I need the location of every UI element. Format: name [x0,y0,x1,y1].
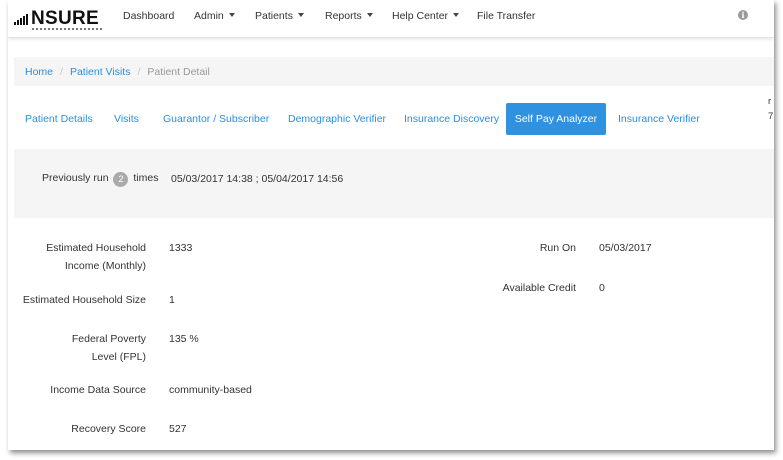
nav-reports[interactable]: Reports [325,10,373,22]
chevron-down-icon [453,13,460,17]
tab-insurance-verifier[interactable]: Insurance Verifier [618,113,700,125]
breadcrumb-separator: / [137,66,141,78]
breadcrumb: Home / Patient Visits / Patient Detail [14,57,774,86]
top-navbar: NSURE Dashboard Admin Patients Reports H… [8,0,774,38]
field-income-data-source: Income Data Source community-based [8,381,308,399]
run-count-label: Previously run 2 times [42,172,158,187]
field-label: Federal Poverty Level (FPL) [71,333,146,363]
edge-fragment: r [768,96,772,107]
breadcrumb-patient-visits[interactable]: Patient Visits [70,66,131,78]
chevron-down-icon [297,13,304,17]
logo-tagline [32,28,102,30]
field-run-on: Run On 05/03/2017 [438,239,738,257]
breadcrumb-current: Patient Detail [147,66,210,78]
tab-self-pay-analyzer[interactable]: Self Pay Analyzer [506,103,606,135]
field-recovery-score: Recovery Score 527 [8,420,308,438]
nav-admin[interactable]: Admin [194,10,235,22]
nav-dashboard[interactable]: Dashboard [123,10,174,22]
breadcrumb-separator: / [60,66,63,78]
field-value: 135 % [169,333,199,345]
field-value: community-based [169,384,252,396]
edge-fragment: 7 [768,111,774,122]
field-label: Recovery Score [71,423,146,435]
nav-patients[interactable]: Patients [255,10,304,22]
chevron-down-icon [228,13,235,17]
nav-help-center[interactable]: Help Center [392,10,460,22]
run-history-panel: Previously run 2 times 05/03/2017 14:38 … [14,149,774,218]
tab-demographic-verifier[interactable]: Demographic Verifier [288,113,386,125]
field-label: Run On [539,242,576,254]
field-label: Available Credit [502,282,576,294]
tab-insurance-discovery[interactable]: Insurance Discovery [404,113,499,125]
info-icon[interactable]: i [738,10,748,20]
tab-visits[interactable]: Visits [114,113,139,125]
field-value: 1333 [169,242,193,254]
field-household-size: Estimated Household Size 1 [8,291,308,309]
nav-file-transfer[interactable]: File Transfer [477,10,535,22]
field-value: 527 [169,423,187,435]
field-label: Estimated Household Size [22,294,146,306]
field-federal-poverty-level: Federal Poverty Level (FPL) 135 % [8,330,308,366]
run-dates: 05/03/2017 14:38 ; 05/04/2017 14:56 [171,173,344,185]
breadcrumb-home[interactable]: Home [25,66,53,78]
logo-text: NSURE [31,8,100,29]
run-count-badge: 2 [113,172,129,187]
field-household-income: Estimated Household Income (Monthly) 133… [8,239,308,275]
field-value: 0 [599,282,605,294]
field-label: Estimated Household Income (Monthly) [46,242,146,272]
signal-bars-icon [14,14,29,25]
tab-patient-details[interactable]: Patient Details [25,113,93,125]
field-value: 1 [169,294,175,306]
field-value: 05/03/2017 [599,242,652,254]
field-available-credit: Available Credit 0 [438,279,738,297]
chevron-down-icon [366,13,373,17]
field-label: Income Data Source [50,384,146,396]
tab-guarantor-subscriber[interactable]: Guarantor / Subscriber [163,113,269,125]
app-window: NSURE Dashboard Admin Patients Reports H… [8,0,774,450]
